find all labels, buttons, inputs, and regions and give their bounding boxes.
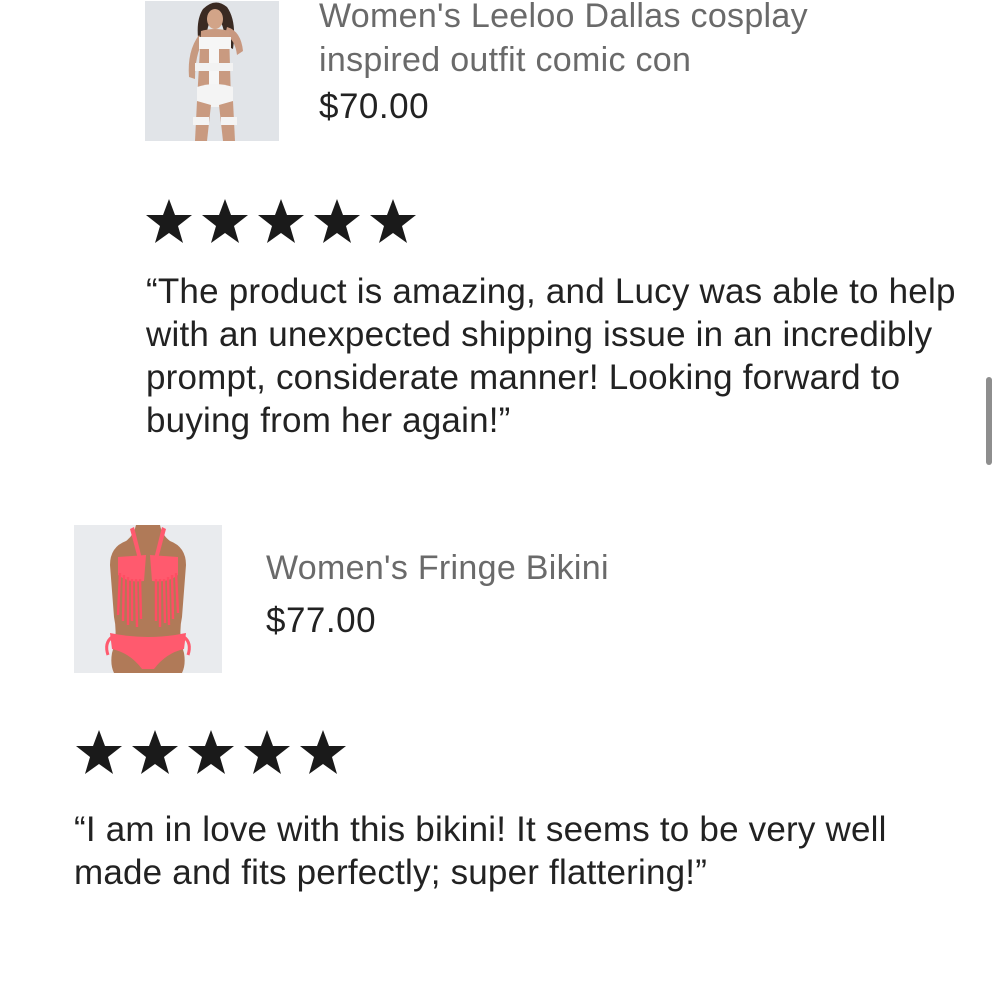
review-text: “I am in love with this bikini! It seems… bbox=[74, 810, 887, 892]
star-icon bbox=[242, 728, 292, 776]
star-icon bbox=[130, 728, 180, 776]
rating-stars bbox=[74, 728, 354, 776]
coral-fringe-bikini-photo-icon bbox=[74, 525, 222, 673]
scrollbar-thumb[interactable] bbox=[986, 377, 992, 465]
product-title[interactable]: Women's Fringe Bikini bbox=[266, 546, 609, 590]
rating-stars bbox=[144, 197, 424, 245]
product-card-leeloo[interactable]: Women's Leeloo Dallas cosplay inspired o… bbox=[145, 0, 939, 141]
white-bandage-outfit-photo-icon bbox=[145, 1, 279, 141]
review-text: “The product is amazing, and Lucy was ab… bbox=[146, 272, 956, 440]
reviews-page: Women's Leeloo Dallas cosplay inspired o… bbox=[0, 0, 1000, 1000]
product-title[interactable]: Women's Leeloo Dallas cosplay inspired o… bbox=[319, 0, 939, 82]
star-icon bbox=[186, 728, 236, 776]
product-info-leeloo: Women's Leeloo Dallas cosplay inspired o… bbox=[319, 0, 939, 130]
star-icon bbox=[368, 197, 418, 245]
star-icon bbox=[312, 197, 362, 245]
star-icon bbox=[74, 728, 124, 776]
product-info-fringe-bikini: Women's Fringe Bikini $77.00 bbox=[266, 546, 609, 644]
product-price: $70.00 bbox=[319, 87, 430, 126]
star-icon bbox=[298, 728, 348, 776]
star-icon bbox=[144, 197, 194, 245]
product-card-fringe-bikini[interactable]: Women's Fringe Bikini $77.00 bbox=[74, 525, 609, 673]
product-thumbnail-leeloo[interactable] bbox=[145, 1, 279, 141]
product-thumbnail-fringe-bikini[interactable] bbox=[74, 525, 222, 673]
product-price: $77.00 bbox=[266, 601, 377, 640]
star-icon bbox=[256, 197, 306, 245]
star-icon bbox=[200, 197, 250, 245]
